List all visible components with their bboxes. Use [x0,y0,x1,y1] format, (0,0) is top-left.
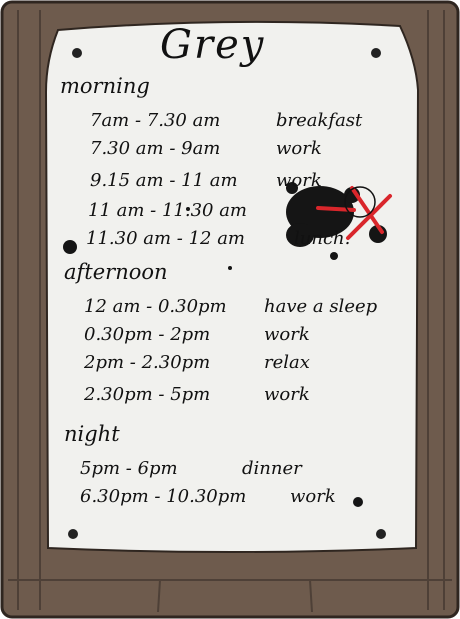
schedule-row: 11 am - 11.30 am [88,200,247,221]
section-label-afternoon: afternoon [64,260,168,284]
schedule-board: Grey morning 7am - 7.30 am breakfast 7.3… [0,0,460,619]
row-time: 2.30pm - 5pm [84,384,211,405]
schedule-row: 2.30pm - 5pm work [84,384,310,405]
board-title: Grey [160,22,266,68]
row-time: 7.30 am - 9am [90,138,221,159]
row-time: 12 am - 0.30pm [84,296,227,317]
schedule-row: 7.30 am - 9am work [90,138,322,159]
row-activity: work [264,324,310,345]
row-time: 11 am - 11.30 am [88,200,248,221]
schedule-row: 11.30 am - 12 am lunch. [86,228,350,249]
row-time: 7am - 7.30 am [90,110,221,131]
row-time: 6.30pm - 10.30pm [80,486,247,507]
section-label-night: night [64,422,120,446]
row-activity: work [276,138,322,159]
row-activity: relax [264,352,310,373]
row-activity: dinner [242,458,302,479]
schedule-row: 2pm - 2.30pm relax [84,352,310,373]
row-activity: work [290,486,336,507]
row-time: 5pm - 6pm [80,458,178,479]
schedule-row: 9.15 am - 11 am work [90,170,322,191]
row-activity: work [264,384,310,405]
row-activity: have a sleep [264,296,378,317]
schedule-row: 0.30pm - 2pm work [84,324,310,345]
schedule-row: 6.30pm - 10.30pm work [80,486,336,507]
row-activity: breakfast [276,110,363,131]
section-label-morning: morning [60,74,150,98]
row-time: 11.30 am - 12 am [86,228,246,249]
schedule-row: 5pm - 6pm dinner [80,458,302,479]
schedule-row: 7am - 7.30 am breakfast [90,110,362,131]
row-time: 9.15 am - 11 am [90,170,238,191]
row-activity: work [276,170,322,191]
row-time: 0.30pm - 2pm [84,324,211,345]
schedule-row: 12 am - 0.30pm have a sleep [84,296,377,317]
row-time: 2pm - 2.30pm [84,352,211,373]
row-activity: lunch. [294,228,351,249]
